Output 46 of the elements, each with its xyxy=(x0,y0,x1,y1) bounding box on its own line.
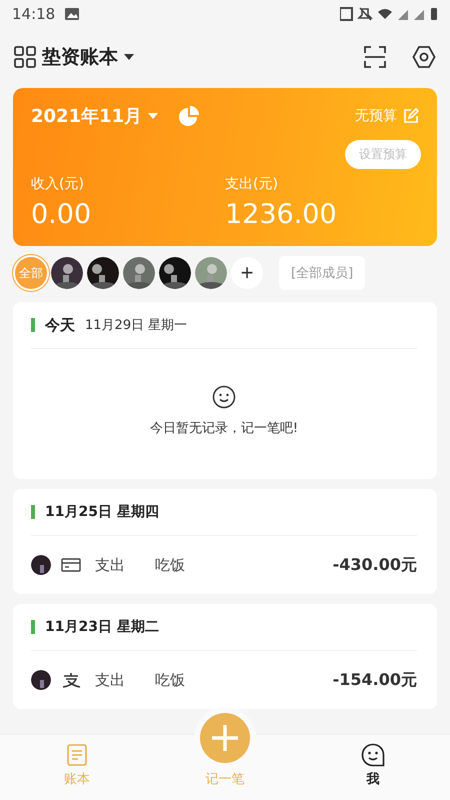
member-avatar[interactable] xyxy=(87,257,119,289)
day-label: 今天 xyxy=(45,316,75,334)
member-avatar[interactable] xyxy=(195,257,227,289)
record-type: 支出 xyxy=(95,556,126,574)
expense-value: 1236.00 xyxy=(225,199,338,230)
budget-label[interactable]: 无预算 xyxy=(355,107,397,125)
notepad-icon xyxy=(66,743,88,767)
income-value: 0.00 xyxy=(31,199,92,230)
settings-icon[interactable] xyxy=(412,45,436,69)
income-label: 收入(元) xyxy=(31,175,85,193)
ledger-title[interactable]: 垫资账本 xyxy=(42,44,118,70)
nav-tab[interactable]: 我 xyxy=(296,735,450,800)
avatar xyxy=(31,555,51,575)
member-avatar[interactable] xyxy=(51,257,83,289)
day-date: 11月25日 星期四 xyxy=(45,503,159,521)
day-date: 11月23日 星期二 xyxy=(45,618,159,636)
caret-icon[interactable] xyxy=(124,54,134,60)
add-member-button[interactable]: + xyxy=(231,257,263,289)
record-row[interactable]: 支出 吃饭 -430.00元 xyxy=(31,536,417,594)
payment-icon xyxy=(61,672,81,688)
face-icon xyxy=(361,743,385,767)
record-amount: -430.00元 xyxy=(332,554,417,576)
image-icon xyxy=(65,8,80,20)
expense-label: 支出(元) xyxy=(225,175,279,193)
member-avatar[interactable] xyxy=(123,257,155,289)
scan-icon[interactable] xyxy=(364,46,386,68)
card-icon xyxy=(61,557,81,573)
plus-icon xyxy=(210,723,240,753)
grid-icon[interactable] xyxy=(14,46,36,68)
record-type: 支出 xyxy=(95,670,126,690)
nav-label[interactable]: 记一笔 xyxy=(206,770,244,788)
record-row[interactable]: 支出 吃饭 -154.00元 xyxy=(31,651,417,709)
month-selector[interactable]: 2021年11月 xyxy=(31,104,142,128)
member-filter[interactable]: [全部成员] xyxy=(279,256,366,290)
day-date: 11月29日 星期一 xyxy=(85,317,188,334)
member-avatar[interactable] xyxy=(159,257,191,289)
budget-tooltip[interactable]: 设置预算 xyxy=(345,140,421,169)
member-all-button[interactable]: 全部 xyxy=(15,257,47,289)
record-category: 吃饭 xyxy=(155,556,186,574)
empty-message: 今日暂无记录，记一笔吧! xyxy=(150,420,298,437)
nav-tab[interactable]: 账本 xyxy=(0,735,154,800)
record-amount: -154.00元 xyxy=(332,670,417,690)
avatar xyxy=(31,670,51,690)
smiley-icon xyxy=(212,385,236,409)
record-category: 吃饭 xyxy=(155,670,186,690)
status-time: 14:18 xyxy=(12,5,56,23)
